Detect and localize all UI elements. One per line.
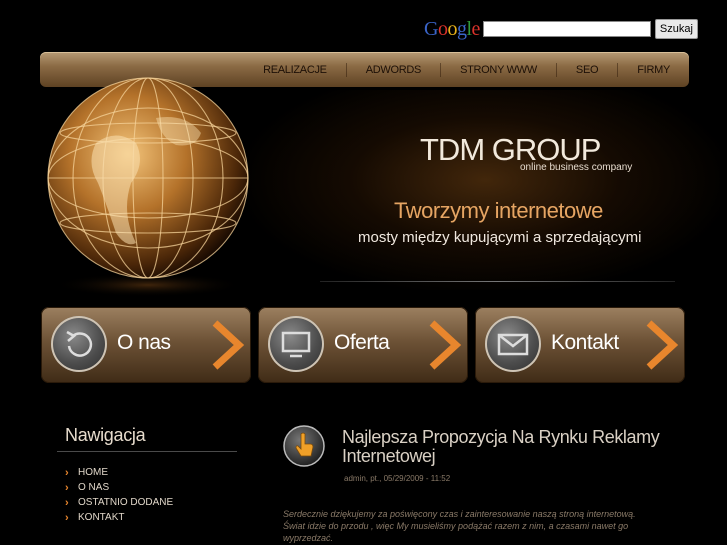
search-button[interactable]: Szukaj	[654, 19, 698, 39]
search-input[interactable]	[482, 21, 651, 37]
sidebar-link-label: KONTAKT	[78, 512, 125, 523]
chevron-right-icon: ›	[65, 511, 69, 524]
envelope-icon	[485, 316, 541, 372]
pointer-hand-icon	[283, 425, 325, 467]
chevron-right-icon: ›	[65, 466, 69, 479]
sidebar-divider	[57, 451, 237, 452]
sidebar-link-label: HOME	[78, 467, 108, 478]
post-meta: admin, pt., 05/29/2009 - 11:52	[344, 474, 451, 483]
chevron-right-icon	[429, 320, 462, 370]
nav-item-strony-www[interactable]: STRONY WWW	[440, 62, 556, 77]
nav-item-firmy[interactable]: FIRMY	[617, 62, 689, 77]
sidebar-link-o-nas[interactable]: › O NAS	[65, 480, 173, 495]
sidebar-heading: Nawigacja	[65, 425, 146, 445]
feature-button-oferta[interactable]: Oferta	[258, 307, 468, 383]
google-logo: Google	[424, 18, 480, 41]
nav-item-adwords[interactable]: ADWORDS	[345, 62, 440, 77]
post-title[interactable]: Najlepsza Propozycja Na Rynku Reklamy In…	[342, 428, 662, 466]
brand-glow	[250, 90, 720, 290]
nav-items: REALIZACJE ADWORDS STRONY WWW SEO FIRMY	[244, 52, 689, 87]
sidebar-links: › HOME › O NAS › OSTATNIO DODANE › KONTAKT	[65, 465, 173, 525]
feature-button-kontakt[interactable]: Kontakt	[475, 307, 685, 383]
nav-item-seo[interactable]: SEO	[555, 62, 617, 77]
globe-image	[47, 77, 249, 297]
google-search-bar: Google Szukaj	[424, 17, 698, 41]
sidebar-link-label: O NAS	[78, 482, 110, 493]
google-logo-letter: o	[447, 17, 457, 40]
chevron-right-icon	[212, 320, 245, 370]
feature-label: Kontakt	[551, 331, 619, 354]
refresh-icon	[51, 316, 107, 372]
feature-label: Oferta	[334, 331, 390, 354]
sidebar-link-label: OSTATNIO DODANE	[78, 497, 174, 508]
sidebar-link-home[interactable]: › HOME	[65, 465, 173, 480]
slogan-line-1: Tworzymy internetowe	[394, 198, 603, 223]
divider-line	[320, 281, 675, 282]
post-body: Serdecznie dziękujemy za poświęcony czas…	[283, 509, 636, 543]
chevron-right-icon: ›	[65, 496, 69, 509]
feature-button-o-nas[interactable]: O nas	[41, 307, 251, 383]
sidebar-link-kontakt[interactable]: › KONTAKT	[65, 510, 173, 525]
slogan-line-2: mosty między kupującymi a sprzedającymi	[358, 229, 642, 246]
google-logo-letter: e	[471, 17, 481, 40]
chevron-right-icon: ›	[65, 481, 69, 494]
brand-subtitle: online business company	[520, 162, 633, 173]
feature-label: O nas	[117, 331, 171, 354]
google-logo-letter: G	[424, 17, 438, 40]
monitor-icon	[268, 316, 324, 372]
sidebar-link-ostatnio-dodane[interactable]: › OSTATNIO DODANE	[65, 495, 173, 510]
chevron-right-icon	[646, 320, 679, 370]
